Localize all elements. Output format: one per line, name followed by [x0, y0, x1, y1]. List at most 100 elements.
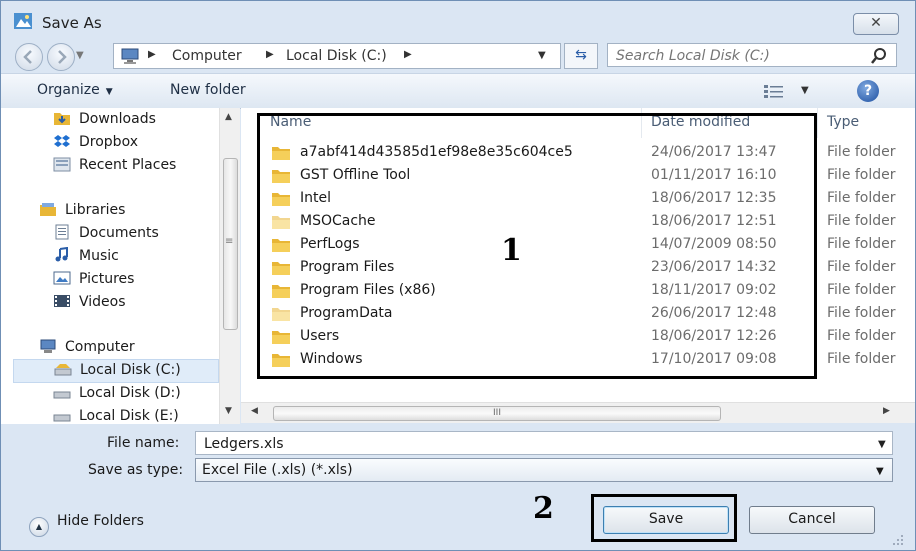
file-type: File folder — [827, 144, 896, 160]
nav-item-label: Recent Places — [79, 157, 177, 173]
nav-item-local-disk-d[interactable]: Local Disk (D:) — [53, 384, 181, 406]
search-box[interactable] — [607, 43, 897, 67]
nav-item-downloads[interactable]: Downloads — [53, 110, 156, 132]
new-folder-button[interactable]: New folder — [170, 82, 246, 98]
save-as-type-select[interactable]: Excel File (.xls) (*.xls) ▼ — [195, 458, 893, 482]
breadcrumb-computer[interactable]: Computer — [172, 48, 242, 64]
search-input[interactable] — [614, 46, 858, 66]
nav-item-label: Libraries — [65, 202, 126, 218]
nav-item-label: Videos — [79, 294, 126, 310]
view-options-icon[interactable] — [763, 83, 785, 99]
nav-item-videos[interactable]: Videos — [53, 293, 126, 315]
file-type: File folder — [827, 190, 896, 206]
file-list-horizontal-scrollbar[interactable]: ◀ III ▶ — [241, 402, 915, 423]
nav-item-music[interactable]: Music — [53, 247, 119, 269]
address-dropdown-icon[interactable]: ▼ — [538, 50, 546, 61]
nav-item-local-disk-c[interactable]: Local Disk (C:) — [13, 359, 219, 383]
scroll-down-icon[interactable]: ▼ — [225, 406, 232, 416]
drive-icon — [53, 391, 71, 399]
hide-folders-button[interactable]: ▲ Hide Folders — [29, 513, 144, 537]
column-divider[interactable] — [817, 108, 818, 138]
chevron-up-icon: ▲ — [29, 517, 49, 537]
address-row: ▼ ▶ Computer ▶ Local Disk (C:) ▶ ▼ ⇆ — [1, 41, 915, 71]
file-name-dropdown-icon[interactable]: ▼ — [878, 439, 886, 450]
cancel-button[interactable]: Cancel — [749, 506, 875, 534]
back-arrow-icon — [23, 50, 32, 64]
save-as-dialog: Save As ✕ ▼ ▶ Computer ▶ Local Disk (C:)… — [0, 0, 916, 551]
libraries-icon — [40, 203, 56, 216]
nav-item-label: Dropbox — [79, 134, 138, 150]
nav-item-label: Local Disk (E:) — [79, 408, 179, 424]
organize-dropdown-icon: ▼ — [105, 87, 113, 97]
file-name-input[interactable] — [202, 434, 846, 454]
forward-button[interactable] — [47, 43, 75, 71]
help-label: ? — [863, 83, 873, 99]
nav-item-label: Local Disk (D:) — [79, 385, 181, 401]
address-bar[interactable]: ▶ Computer ▶ Local Disk (C:) ▶ ▼ — [113, 43, 561, 69]
scroll-grip-icon: ≡ — [225, 236, 234, 247]
file-type: File folder — [827, 167, 896, 183]
breadcrumb-local-disk-c[interactable]: Local Disk (C:) — [286, 48, 387, 64]
nav-item-libraries[interactable]: Libraries — [39, 201, 125, 223]
refresh-icon: ⇆ — [575, 47, 587, 63]
view-dropdown-icon[interactable]: ▼ — [801, 85, 809, 96]
scroll-left-icon[interactable]: ◀ — [251, 406, 258, 416]
nav-item-pictures[interactable]: Pictures — [53, 270, 134, 292]
file-type: File folder — [827, 351, 896, 367]
nav-item-label: Documents — [79, 225, 159, 241]
back-button[interactable] — [15, 43, 43, 71]
window-title: Save As — [42, 14, 102, 32]
pictures-icon — [53, 271, 71, 285]
navigation-scrollbar[interactable]: ▲ ≡ ▼ — [219, 108, 240, 424]
scroll-grip-icon: III — [493, 408, 501, 418]
computer-icon — [121, 48, 139, 64]
scroll-thumb[interactable]: III — [273, 406, 721, 421]
command-toolbar: Organize ▼ New folder ▼ ? — [1, 73, 915, 109]
help-icon[interactable]: ? — [857, 80, 879, 102]
nav-item-label: Downloads — [79, 111, 156, 127]
nav-item-documents[interactable]: Documents — [53, 224, 159, 246]
drive-icon — [53, 414, 71, 422]
dropbox-icon — [54, 135, 70, 147]
refresh-button[interactable]: ⇆ — [564, 43, 598, 69]
file-type: File folder — [827, 236, 896, 252]
file-name-field[interactable]: ▼ — [195, 431, 893, 455]
nav-item-label: Music — [79, 248, 119, 264]
breadcrumb-separator-icon: ▶ — [404, 49, 412, 60]
organize-label: Organize — [37, 82, 100, 98]
nav-item-label: Computer — [65, 339, 135, 355]
column-header-type[interactable]: Type — [827, 114, 859, 130]
search-icon[interactable] — [870, 47, 888, 65]
nav-item-recent-places[interactable]: Recent Places — [53, 156, 176, 178]
nav-item-dropbox[interactable]: Dropbox — [53, 133, 138, 155]
videos-icon — [54, 295, 70, 307]
file-type: File folder — [827, 259, 896, 275]
scroll-right-icon[interactable]: ▶ — [883, 406, 890, 416]
save-as-type-label: Save as type: — [88, 462, 184, 478]
save-button[interactable]: Save — [603, 506, 729, 534]
file-type: File folder — [827, 213, 896, 229]
annotation-box-file-list — [257, 113, 817, 379]
nav-item-local-disk-e[interactable]: Local Disk (E:) — [53, 407, 179, 424]
close-button[interactable]: ✕ — [853, 13, 899, 35]
save-as-type-value: Excel File (.xls) (*.xls) — [202, 462, 353, 478]
music-icon — [55, 247, 68, 262]
nav-item-label: Pictures — [79, 271, 135, 287]
organize-button[interactable]: Organize ▼ — [37, 82, 113, 98]
nav-item-computer[interactable]: Computer — [39, 338, 135, 360]
annotation-number-2: 2 — [533, 491, 554, 526]
recent-locations-dropdown-icon[interactable]: ▼ — [76, 50, 84, 61]
forward-arrow-icon — [58, 50, 67, 64]
save-as-type-dropdown-icon[interactable]: ▼ — [876, 466, 884, 477]
title-bar: Save As ✕ — [1, 1, 915, 41]
drive-icon — [54, 364, 72, 376]
hide-folders-label: Hide Folders — [57, 513, 144, 529]
computer-icon — [40, 339, 56, 353]
breadcrumb-separator-icon: ▶ — [266, 49, 274, 60]
file-name-label: File name: — [107, 435, 180, 451]
file-type: File folder — [827, 305, 896, 321]
resize-grip-icon[interactable] — [891, 533, 905, 547]
documents-icon — [55, 224, 69, 240]
downloads-folder-icon — [54, 113, 70, 125]
scroll-up-icon[interactable]: ▲ — [225, 112, 232, 122]
